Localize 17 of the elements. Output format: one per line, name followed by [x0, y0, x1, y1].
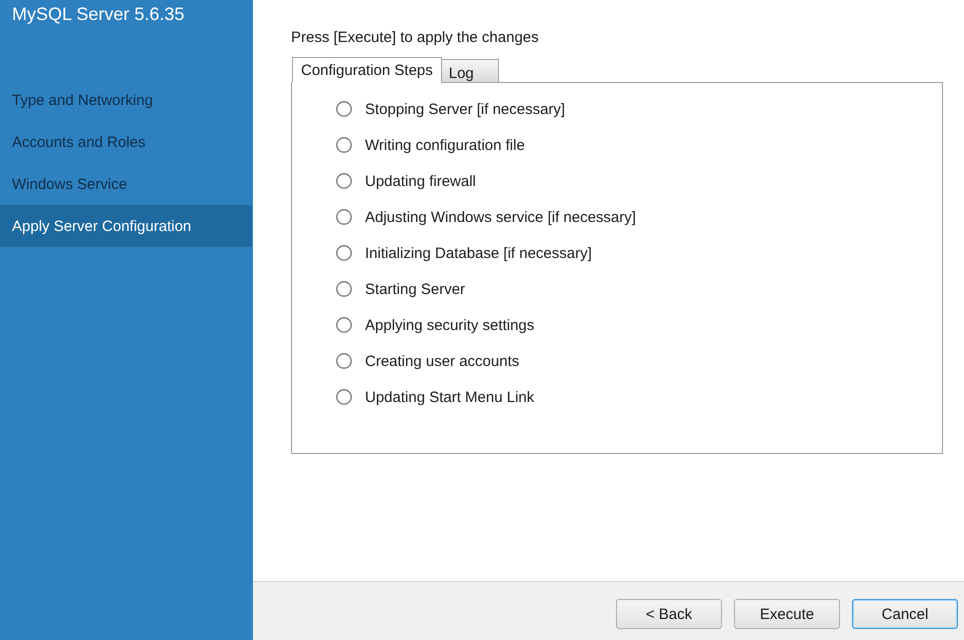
- instruction-text: Press [Execute] to apply the changes: [291, 28, 539, 47]
- step-label: Initializing Database [if necessary]: [365, 244, 592, 262]
- tab[interactable]: Log: [440, 59, 499, 83]
- step-label: Writing configuration file: [365, 136, 525, 154]
- dialog-button[interactable]: Cancel: [852, 599, 958, 629]
- step-label: Updating Start Menu Link: [365, 388, 534, 406]
- tab[interactable]: Configuration Steps: [292, 57, 442, 83]
- step-label: Stopping Server [if necessary]: [365, 100, 566, 118]
- step-label: Updating firewall: [365, 172, 476, 190]
- dialog-button[interactable]: < Back: [616, 599, 722, 629]
- step-label: Creating user accounts: [365, 352, 520, 370]
- sidebar-item[interactable]: Apply Server Configuration: [0, 205, 252, 247]
- step-label: Adjusting Windows service [if necessary]: [365, 208, 636, 226]
- dialog-button[interactable]: Execute: [734, 599, 840, 629]
- step-label: Starting Server: [365, 280, 466, 298]
- step-label: Applying security settings: [365, 316, 534, 334]
- product-title: MySQL Server 5.6.35: [11, 3, 186, 26]
